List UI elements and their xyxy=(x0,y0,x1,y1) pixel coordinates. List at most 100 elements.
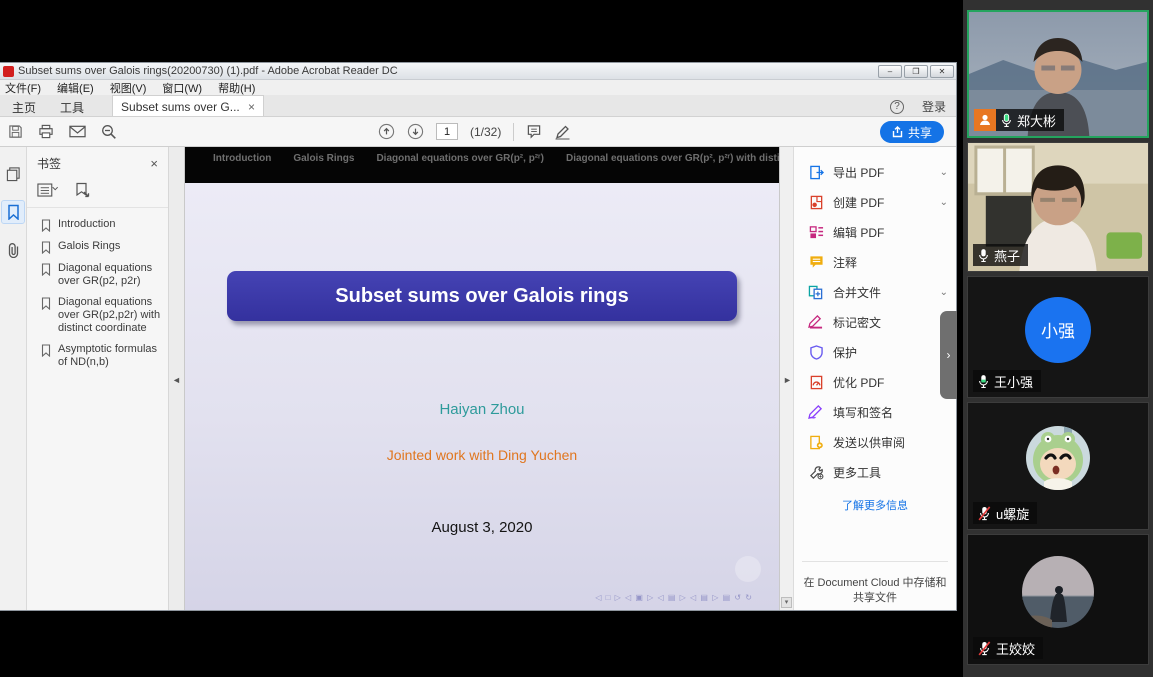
minimize-button[interactable]: – xyxy=(878,65,902,78)
tab-home[interactable]: 主页 xyxy=(0,95,48,116)
menu-edit[interactable]: 编辑(E) xyxy=(57,80,94,96)
tool-export-pdf[interactable]: 导出 PDF ⌄ xyxy=(794,157,956,187)
print-icon[interactable] xyxy=(38,124,54,139)
tool-comment[interactable]: 注释 xyxy=(794,247,956,277)
zoom-out-icon[interactable] xyxy=(101,124,117,140)
bookmark-item[interactable]: Galois Rings xyxy=(41,240,164,254)
mic-muted-icon xyxy=(978,641,991,656)
tool-edit-pdf[interactable]: 编辑 PDF xyxy=(794,217,956,247)
slide-author: Haiyan Zhou xyxy=(185,401,779,418)
avatar xyxy=(1026,426,1090,490)
bookmark-item[interactable]: Diagonal equations over GR(p2,p2r) with … xyxy=(41,296,164,335)
comment-icon[interactable] xyxy=(526,124,542,139)
menu-view[interactable]: 视图(V) xyxy=(110,80,147,96)
document-scrollbar[interactable]: ► ▾ xyxy=(779,147,793,610)
participant-name: 王姣姣 xyxy=(996,639,1035,658)
bookmark-item[interactable]: Introduction xyxy=(41,218,164,232)
tool-fill-sign[interactable]: 填写和签名 xyxy=(794,397,956,427)
nav-pane-strip xyxy=(0,147,27,610)
sidebar-splitter[interactable]: ◄ xyxy=(169,147,185,610)
menu-window[interactable]: 窗口(W) xyxy=(162,80,202,96)
menu-file[interactable]: 文件(F) xyxy=(5,80,41,96)
avatar: 小强 xyxy=(1025,297,1091,363)
close-button[interactable]: ✕ xyxy=(930,65,954,78)
tab-tools[interactable]: 工具 xyxy=(48,95,96,116)
slide-nav-link[interactable]: Diagonal equations over GR(p², p²ʳ) with… xyxy=(566,153,779,164)
participant-name: u螺旋 xyxy=(996,504,1029,523)
share-button[interactable]: 共享 xyxy=(880,121,944,143)
slide-date: August 3, 2020 xyxy=(185,519,779,536)
restore-button[interactable]: ❐ xyxy=(904,65,928,78)
participant-tile[interactable]: 王姣姣 xyxy=(967,534,1149,665)
mic-on-icon xyxy=(978,248,989,263)
previous-page-icon[interactable] xyxy=(378,123,395,140)
mic-muted-icon xyxy=(978,506,991,521)
email-icon[interactable] xyxy=(69,125,86,138)
slide-section-nav: Introduction Galois Rings Diagonal equat… xyxy=(185,147,779,183)
combine-files-icon xyxy=(808,284,824,300)
participant-tile[interactable]: 郑大彬 xyxy=(967,10,1149,138)
window-title: Subset sums over Galois rings(20200730) … xyxy=(18,65,398,77)
bookmarks-close-icon[interactable]: × xyxy=(150,156,158,171)
menu-help[interactable]: 帮助(H) xyxy=(218,80,255,96)
attachments-icon[interactable] xyxy=(2,239,24,261)
tool-send-review[interactable]: 发送以供审阅 xyxy=(794,427,956,457)
window-titlebar[interactable]: Subset sums over Galois rings(20200730) … xyxy=(0,63,956,80)
bookmark-options-icon[interactable] xyxy=(37,183,61,198)
scroll-down-icon[interactable]: ▾ xyxy=(781,597,792,608)
tool-optimize-pdf[interactable]: 优化 PDF xyxy=(794,367,956,397)
learn-more-link[interactable]: 了解更多信息 xyxy=(794,497,956,513)
next-page-icon[interactable] xyxy=(407,123,424,140)
page-count-label: (1/32) xyxy=(470,125,501,139)
slide-page: Subset sums over Galois rings Haiyan Zho… xyxy=(185,183,779,610)
participant-tile[interactable]: 燕子 xyxy=(967,142,1149,272)
chevron-down-icon[interactable]: ⌄ xyxy=(940,287,948,298)
send-review-icon xyxy=(808,434,824,450)
page-number-input[interactable]: 1 xyxy=(436,123,458,140)
save-icon[interactable] xyxy=(8,124,23,139)
bookmark-item[interactable]: Diagonal equations over GR(p2, p2r) xyxy=(41,262,164,288)
tab-document[interactable]: Subset sums over G... × xyxy=(112,95,264,116)
slide-nav-link[interactable]: Diagonal equations over GR(p², p²ʳ) xyxy=(376,153,544,164)
tab-close-icon[interactable]: × xyxy=(248,100,255,116)
host-badge-icon xyxy=(974,109,996,131)
share-icon xyxy=(892,126,903,138)
collapse-sidebar-icon[interactable]: ◄ xyxy=(172,375,181,385)
avatar xyxy=(1022,556,1094,628)
find-current-bookmark-icon[interactable] xyxy=(75,182,90,199)
participant-tile[interactable]: u螺旋 xyxy=(967,402,1149,530)
tab-bar: 主页 工具 Subset sums over G... × ? 登录 xyxy=(0,95,956,117)
mic-on-icon xyxy=(1001,113,1012,128)
tool-more-tools[interactable]: 更多工具 xyxy=(794,457,956,487)
pencil-icon[interactable] xyxy=(554,124,571,140)
redact-icon xyxy=(808,314,824,330)
bookmark-item[interactable]: Asymptotic formulas of ND(n,b) xyxy=(41,343,164,369)
toolbar-divider xyxy=(513,123,514,141)
tool-combine-files[interactable]: 合并文件 ⌄ xyxy=(794,277,956,307)
shield-icon xyxy=(808,344,824,360)
comment-tool-icon xyxy=(808,254,824,270)
chevron-down-icon[interactable]: ⌄ xyxy=(940,167,948,178)
tool-redact[interactable]: 标记密文 xyxy=(794,307,956,337)
participant-tile[interactable]: 小强 王小强 xyxy=(967,276,1149,398)
tools-panel-collapse-handle[interactable]: › xyxy=(940,311,957,399)
tools-panel: 导出 PDF ⌄ 创建 PDF ⌄ 编辑 PDF 注释 xyxy=(793,147,956,610)
tool-create-pdf[interactable]: 创建 PDF ⌄ xyxy=(794,187,956,217)
document-cloud-note: 在 Document Cloud 中存储和共享文件 xyxy=(802,561,948,606)
bookmarks-pane-icon[interactable] xyxy=(2,201,24,223)
sign-in-button[interactable]: 登录 xyxy=(922,98,946,115)
acrobat-window: Subset sums over Galois rings(20200730) … xyxy=(0,62,957,611)
participant-name: 燕子 xyxy=(994,246,1020,265)
bookmarks-title: 书签 xyxy=(37,155,61,172)
help-icon[interactable]: ? xyxy=(890,100,904,114)
slide-title: Subset sums over Galois rings xyxy=(227,271,738,321)
slide-nav-link[interactable]: Introduction xyxy=(213,153,271,164)
tool-protect[interactable]: 保护 xyxy=(794,337,956,367)
beamer-nav-symbols[interactable]: ◁ □ ▷ ◁ ▣ ▷ ◁ ▤ ▷ ◁ ▤ ▷ ▤ ↺ ↻ xyxy=(595,593,753,602)
page-thumbnails-icon[interactable] xyxy=(2,163,24,185)
acrobat-app-icon xyxy=(3,66,14,77)
chevron-down-icon[interactable]: ⌄ xyxy=(940,197,948,208)
slide-watermark xyxy=(735,556,761,582)
slide-nav-link[interactable]: Galois Rings xyxy=(293,153,354,164)
expand-panel-icon[interactable]: ► xyxy=(783,375,792,385)
